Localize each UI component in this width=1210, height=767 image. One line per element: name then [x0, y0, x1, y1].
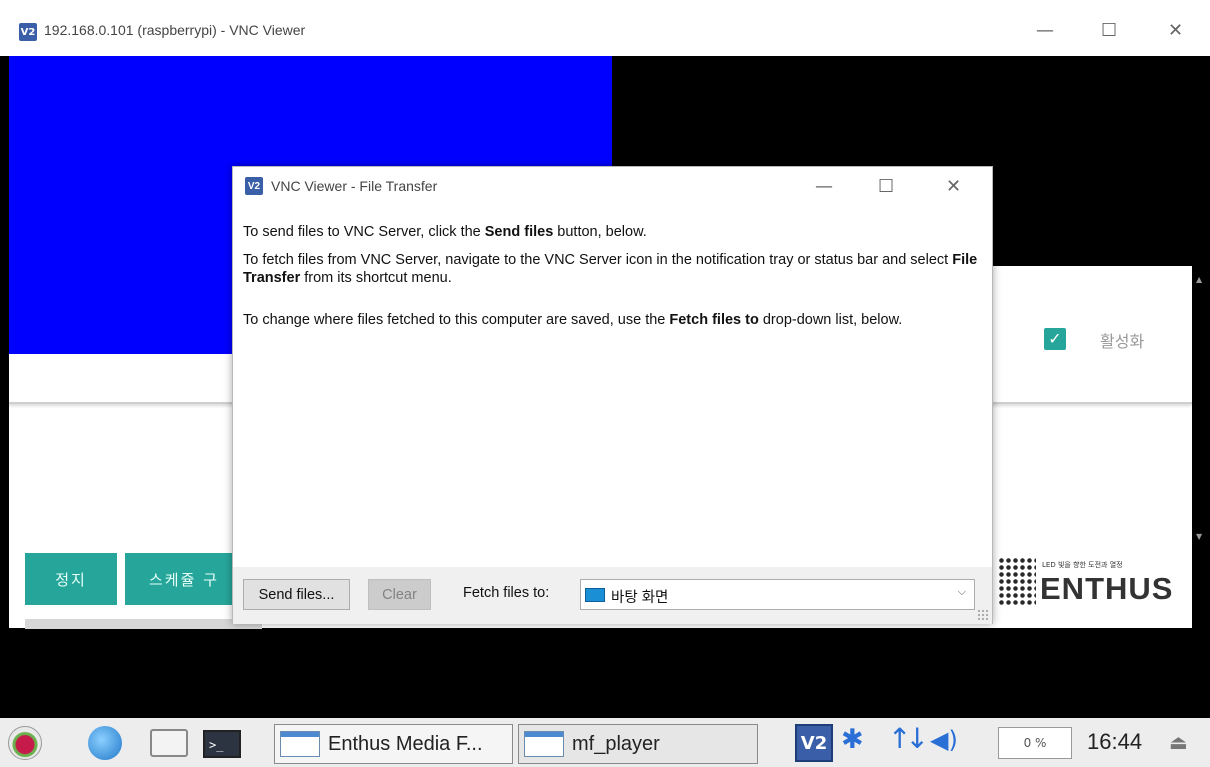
vnc-viewer-titlebar[interactable]: V2 192.168.0.101 (raspberrypi) - VNC Vie… [0, 0, 1210, 56]
taskbar-item-label: mf_player [572, 732, 660, 755]
raspberry-menu-icon[interactable] [8, 726, 42, 760]
network-icon[interactable]: ↑↓ [888, 722, 929, 755]
scroll-up-arrow-icon[interactable]: ▲ [1196, 275, 1202, 284]
send-files-button[interactable]: Send files... [243, 579, 350, 610]
web-browser-icon[interactable] [88, 726, 122, 760]
eject-icon[interactable]: ⏏ [1169, 730, 1188, 754]
fetch-files-label: Fetch files to: [463, 585, 550, 601]
enthus-brand: ENTHUS [1040, 571, 1174, 606]
maximize-button[interactable]: ☐ [1101, 20, 1117, 41]
clear-button[interactable]: Clear [368, 579, 431, 610]
terminal-icon[interactable]: >_ [203, 730, 241, 758]
dialog-close-button[interactable]: ✕ [946, 176, 961, 197]
taskbar-item-label: Enthus Media F... [328, 732, 483, 755]
schedule-button[interactable]: 스케쥴 구 [125, 553, 233, 605]
window-icon [524, 731, 564, 757]
fetch-files-dropdown[interactable]: 바탕 화면 ⌵ [580, 579, 975, 610]
dialog-minimize-button[interactable]: — [815, 176, 833, 197]
stop-button[interactable]: 정지 [25, 553, 117, 605]
fetch-files-value: 바탕 화면 [611, 590, 669, 606]
status-strip [25, 619, 262, 629]
file-transfer-dialog: V2 VNC Viewer - File Transfer — ☐ ✕ To s… [232, 166, 993, 624]
volume-icon[interactable]: ◀) [930, 726, 958, 754]
resize-grip-icon[interactable] [977, 609, 989, 621]
clock[interactable]: 16:44 [1087, 729, 1142, 755]
dialog-footer: Send files... Clear Fetch files to: 바탕 화… [233, 567, 992, 624]
enthus-dots-icon [998, 557, 1036, 605]
close-button[interactable]: ✕ [1168, 20, 1183, 41]
dialog-title: VNC Viewer - File Transfer [271, 178, 438, 194]
window-icon [280, 731, 320, 757]
vnc-logo-icon: V2 [19, 23, 37, 41]
taskbar-item-mf-player[interactable]: mf_player [518, 724, 758, 764]
enthus-logo: LED 빛을 향한 도전과 열정 ENTHUS [994, 551, 1204, 611]
window-title: 192.168.0.101 (raspberrypi) - VNC Viewer [44, 22, 306, 38]
active-label: 활성화 [1100, 332, 1145, 351]
enthus-tagline: LED 빛을 향한 도전과 열정 [1042, 561, 1123, 569]
cpu-monitor: 0 % [998, 727, 1072, 759]
minimize-button[interactable]: — [1036, 20, 1054, 41]
dialog-maximize-button[interactable]: ☐ [878, 176, 894, 197]
chevron-down-icon: ⌵ [957, 586, 966, 598]
instruction-fetch-location: To change where files fetched to this co… [243, 312, 903, 328]
dialog-vnc-logo-icon: V2 [245, 177, 263, 195]
file-manager-icon[interactable] [150, 729, 188, 757]
instruction-fetch: To fetch files from VNC Server, navigate… [243, 252, 978, 286]
scroll-down-arrow-icon[interactable]: ▼ [1196, 532, 1202, 541]
taskbar: >_ Enthus Media F... mf_player V2 ✱ ↑↓ ◀… [0, 718, 1210, 767]
taskbar-item-enthus-media[interactable]: Enthus Media F... [274, 724, 513, 764]
active-checkbox[interactable]: ✓ [1044, 328, 1066, 350]
vnc-tray-icon[interactable]: V2 [795, 724, 833, 762]
instruction-send: To send files to VNC Server, click the S… [243, 224, 647, 240]
bluetooth-icon[interactable]: ✱ [841, 724, 864, 755]
desktop-folder-icon [585, 588, 605, 602]
